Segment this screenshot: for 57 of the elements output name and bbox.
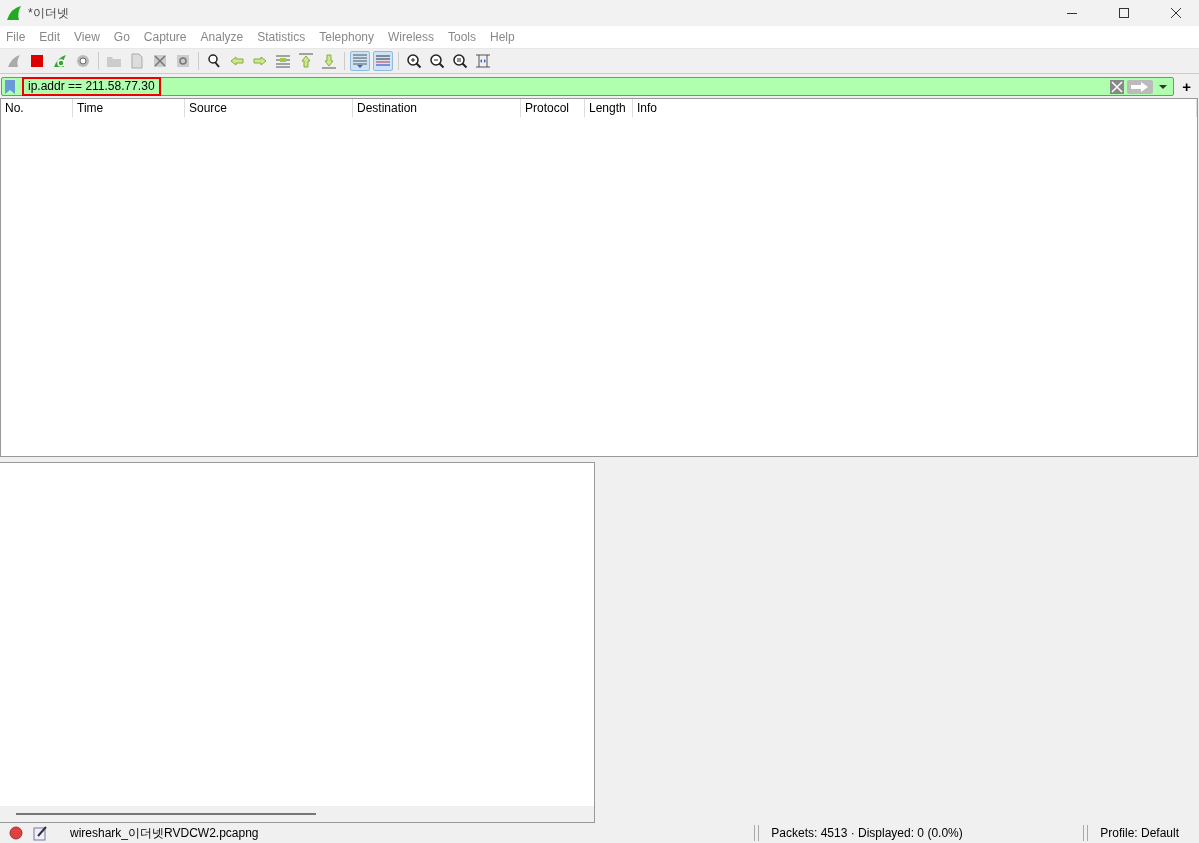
bookmark-button[interactable] (2, 79, 18, 94)
search-icon (206, 53, 222, 69)
resize-columns-icon (475, 53, 491, 69)
toolbar-button[interactable] (427, 51, 447, 71)
column-header[interactable]: Protocol (521, 99, 585, 117)
menu-item[interactable]: Statistics (257, 30, 314, 44)
menu-item[interactable]: Help (490, 30, 523, 44)
restart-icon (52, 53, 68, 69)
close-icon (1168, 5, 1184, 21)
column-header[interactable]: No. (1, 99, 73, 117)
shark-fin-icon (6, 5, 22, 21)
zoom-reset-icon (452, 53, 468, 69)
clear-icon (1109, 78, 1126, 95)
window-title: *이더넷 (28, 4, 70, 22)
menu-item[interactable]: Capture (143, 30, 195, 44)
jump-icon (275, 53, 291, 69)
packet-count: Packets: 4513 · Displayed: 0 (0.0%) (771, 826, 964, 840)
menu-item[interactable]: Analyze (200, 30, 252, 44)
right-arrow-icon (252, 53, 268, 69)
display-filter-field[interactable]: ip.addr == 211.58.77.30 (1, 77, 1175, 96)
zoom-out-icon (429, 53, 445, 69)
file-name: wireshark_이더넷RVDCW2.pcapng (70, 824, 260, 842)
maximize-icon (1116, 5, 1132, 21)
menu-item[interactable]: Tools (448, 30, 484, 44)
column-header[interactable]: Info (633, 99, 1197, 117)
bookmark-icon (2, 78, 18, 95)
toolbar-button[interactable] (450, 51, 470, 71)
edit-note-icon (32, 825, 48, 841)
down-arrow-icon (321, 53, 337, 69)
minimize-icon (1067, 12, 1077, 14)
menu-item[interactable]: Wireless (388, 30, 442, 44)
shark-fin-icon (6, 53, 22, 69)
horizontal-scrollbar[interactable] (0, 806, 594, 822)
autoscroll-icon (352, 53, 368, 69)
zoom-in-icon (406, 53, 422, 69)
colorize-icon (375, 53, 391, 69)
caret-icon (1159, 84, 1168, 89)
column-header[interactable]: Time (73, 99, 185, 117)
profile-label: Profile: Default (1100, 826, 1179, 840)
record-icon (8, 825, 24, 841)
menu-item[interactable]: View (74, 30, 108, 44)
file-icon (129, 53, 145, 69)
close-file-icon (152, 53, 168, 69)
menu-item[interactable]: File (6, 30, 34, 44)
add-button[interactable]: + (1178, 79, 1197, 94)
column-header[interactable]: Length (585, 99, 633, 117)
menu-item[interactable]: Go (113, 30, 138, 44)
column-header[interactable]: Source (185, 99, 353, 117)
menu-item[interactable]: Telephony (319, 30, 382, 44)
toolbar-button[interactable] (404, 51, 424, 71)
filter-text: ip.addr == 211.58.77.30 (22, 77, 161, 96)
menu-item[interactable]: Edit (39, 30, 69, 44)
column-header[interactable]: Destination (353, 99, 521, 117)
left-arrow-icon (229, 53, 245, 69)
clear-button[interactable] (1109, 79, 1126, 94)
stop-icon (29, 53, 45, 69)
up-arrow-icon (298, 53, 314, 69)
